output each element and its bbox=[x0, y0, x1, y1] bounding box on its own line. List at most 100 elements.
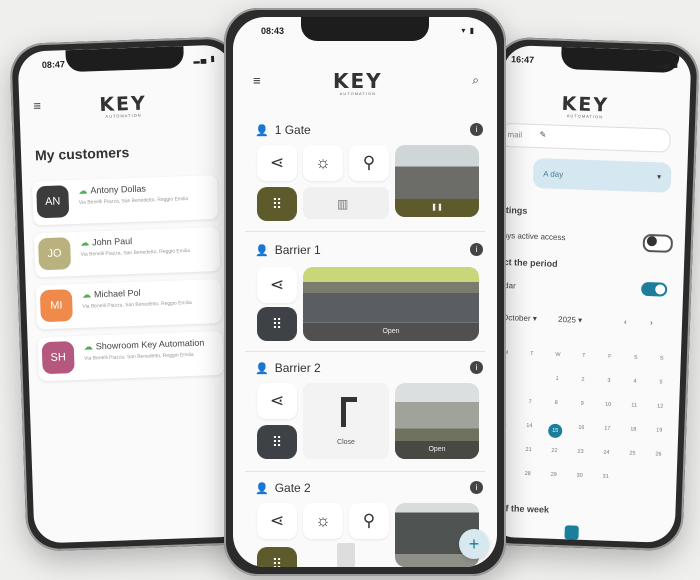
keypad-button[interactable]: ⠿ bbox=[257, 425, 297, 459]
status-icons: ▂▄ ▮ bbox=[193, 53, 216, 64]
avatar: JO bbox=[37, 237, 72, 271]
cloud-icon: ☁ bbox=[78, 185, 88, 196]
page-title: My customers bbox=[34, 144, 130, 164]
info-icon[interactable]: i bbox=[470, 361, 483, 374]
next-month-icon[interactable]: › bbox=[650, 318, 653, 327]
calendar-day[interactable]: 7 bbox=[523, 399, 537, 405]
person-icon: 👤 bbox=[255, 363, 269, 375]
person-icon: 👤 bbox=[255, 483, 269, 495]
light-button[interactable]: ☼ bbox=[303, 145, 343, 181]
calendar-day[interactable]: 1 bbox=[550, 376, 564, 382]
calendar-grid: MTWTFSS123456789101112131415161718192021… bbox=[493, 350, 673, 480]
pedestrian-button[interactable]: ▥ bbox=[303, 187, 389, 219]
customer-row[interactable]: MI ☁ Michael Pol Via Benelli Piazza, San … bbox=[35, 278, 223, 330]
barrier-photo[interactable]: Open bbox=[395, 383, 479, 459]
open-button[interactable]: Open bbox=[303, 323, 479, 341]
customer-address: Via Benelli Piazza, San Benedetto, Reggi… bbox=[78, 196, 189, 206]
device-title: 👤 Barrier 1 bbox=[255, 243, 321, 257]
customer-row[interactable]: SH ☁ Showroom Key Automation Via Benelli … bbox=[37, 330, 224, 382]
search-icon[interactable]: ⌕ bbox=[472, 73, 479, 88]
calendar-day[interactable]: 12 bbox=[653, 403, 667, 409]
left-phone: 08:47 ▂▄ ▮ ≡ KEY AUTOMATION My customers … bbox=[9, 36, 257, 552]
gate-pause-bar[interactable]: ❚❚ bbox=[395, 199, 479, 217]
access-type-select[interactable]: A day ▾ bbox=[532, 157, 672, 193]
calendar-day[interactable]: 5 bbox=[654, 379, 668, 386]
customer-row[interactable]: JO ☁ John Paul Via Benelli Piazza, San Be… bbox=[33, 226, 221, 278]
keypad-button[interactable]: ⠿ bbox=[257, 307, 297, 341]
share-button[interactable]: ⋖ bbox=[257, 267, 297, 303]
calendar-day[interactable]: 15 bbox=[547, 423, 563, 439]
day-chip[interactable] bbox=[564, 525, 579, 540]
barrier-close-button[interactable]: Close bbox=[303, 383, 389, 459]
calendar-day[interactable]: 2 bbox=[576, 377, 590, 383]
share-button[interactable]: ⋖ bbox=[257, 383, 297, 419]
prev-month-icon[interactable]: ‹ bbox=[624, 317, 627, 326]
always-active-toggle[interactable] bbox=[642, 233, 674, 253]
center-screen: 08:43 ▾ ▮ ≡ KEY AUTOMATION ⌕ 👤 1 Gate i ⋖ … bbox=[233, 17, 497, 567]
info-icon[interactable]: i bbox=[470, 481, 483, 494]
status-time: 16:47 bbox=[510, 54, 535, 65]
weekday-label: T bbox=[582, 352, 586, 359]
person-icon: 👤 bbox=[255, 245, 269, 257]
cloud-icon: ☁ bbox=[80, 237, 90, 248]
calendar-day[interactable]: 8 bbox=[549, 400, 563, 406]
light-button[interactable]: ☼ bbox=[303, 503, 343, 539]
calendar-day[interactable]: 11 bbox=[627, 402, 641, 409]
info-icon[interactable]: i bbox=[470, 123, 483, 136]
calendar-day[interactable]: 26 bbox=[651, 451, 665, 457]
info-icon[interactable]: i bbox=[470, 243, 483, 256]
pedestrian-icon bbox=[337, 543, 355, 567]
chevron-down-icon: ▾ bbox=[656, 172, 662, 182]
month-dropdown[interactable]: October ▾ bbox=[502, 313, 537, 323]
status-time: 08:43 bbox=[261, 26, 285, 36]
calendar-day[interactable]: 24 bbox=[599, 449, 613, 456]
customer-address: Via Benelli Piazza, San Benedetto, Reggi… bbox=[84, 351, 194, 362]
calendar-day[interactable]: 17 bbox=[600, 425, 614, 432]
add-device-button[interactable]: + bbox=[459, 529, 489, 559]
right-screen: 16:47 ▂▄ ▮ KEY AUTOMATION mail ✎ A day ▾ … bbox=[486, 44, 692, 544]
email-field[interactable]: mail ✎ bbox=[500, 122, 671, 153]
hamburger-menu-icon[interactable]: ≡ bbox=[33, 98, 41, 113]
year-dropdown[interactable]: 2025 ▾ bbox=[558, 315, 582, 325]
calendar-day[interactable]: 31 bbox=[599, 473, 613, 480]
avatar: MI bbox=[39, 289, 73, 323]
person-icon: 👤 bbox=[255, 125, 269, 137]
avatar: AN bbox=[36, 185, 70, 219]
calendar-day[interactable]: 30 bbox=[573, 473, 587, 479]
calendar-day[interactable]: 19 bbox=[652, 427, 666, 433]
customer-name: Showroom Key Automation bbox=[95, 337, 205, 352]
calendar-day[interactable]: 23 bbox=[573, 449, 587, 455]
weekday-label: S bbox=[633, 354, 638, 361]
calendar-day[interactable]: 14 bbox=[522, 423, 536, 429]
calendar-day[interactable]: 9 bbox=[575, 401, 589, 407]
hamburger-menu-icon[interactable]: ≡ bbox=[253, 73, 261, 88]
calendar-day[interactable]: 4 bbox=[628, 378, 642, 385]
bike-button[interactable]: ⚲ bbox=[349, 145, 389, 181]
open-button[interactable]: Open bbox=[395, 441, 479, 459]
customer-address: Via Benelli Piazza, San Benedetto, Reggi… bbox=[82, 299, 192, 310]
customer-name: Antony Dollas bbox=[90, 183, 147, 196]
calendar-day[interactable]: 25 bbox=[625, 450, 639, 457]
keypad-button[interactable]: ⠿ bbox=[257, 547, 297, 567]
status-time: 08:47 bbox=[41, 59, 66, 71]
bike-button[interactable]: ⚲ bbox=[349, 503, 389, 539]
notch bbox=[65, 46, 185, 73]
share-button[interactable]: ⋖ bbox=[257, 503, 297, 539]
calendar-day[interactable]: 10 bbox=[601, 401, 615, 408]
calendar-day[interactable]: 3 bbox=[602, 378, 616, 384]
customer-row[interactable]: AN ☁ Antony Dollas Via Benelli Piazza, Sa… bbox=[32, 174, 219, 226]
keypad-button[interactable]: ⠿ bbox=[257, 187, 297, 221]
calendar-toggle[interactable] bbox=[640, 281, 668, 297]
share-button[interactable]: ⋖ bbox=[257, 145, 297, 181]
calendar-day[interactable]: 29 bbox=[547, 472, 561, 478]
calendar-day[interactable]: 18 bbox=[626, 426, 640, 433]
edit-icon: ✎ bbox=[539, 130, 547, 140]
calendar-day[interactable]: 22 bbox=[547, 448, 561, 454]
calendar-day[interactable]: 16 bbox=[574, 425, 588, 431]
calendar-day[interactable]: 21 bbox=[521, 447, 535, 453]
gate-photo[interactable]: ❚❚ bbox=[395, 145, 479, 217]
calendar-day[interactable]: 28 bbox=[521, 471, 535, 477]
customer-address: Via Benelli Piazza, San Benedetto, Reggi… bbox=[80, 247, 191, 258]
barrier-photo[interactable]: Open bbox=[303, 267, 479, 341]
notch bbox=[301, 17, 429, 41]
